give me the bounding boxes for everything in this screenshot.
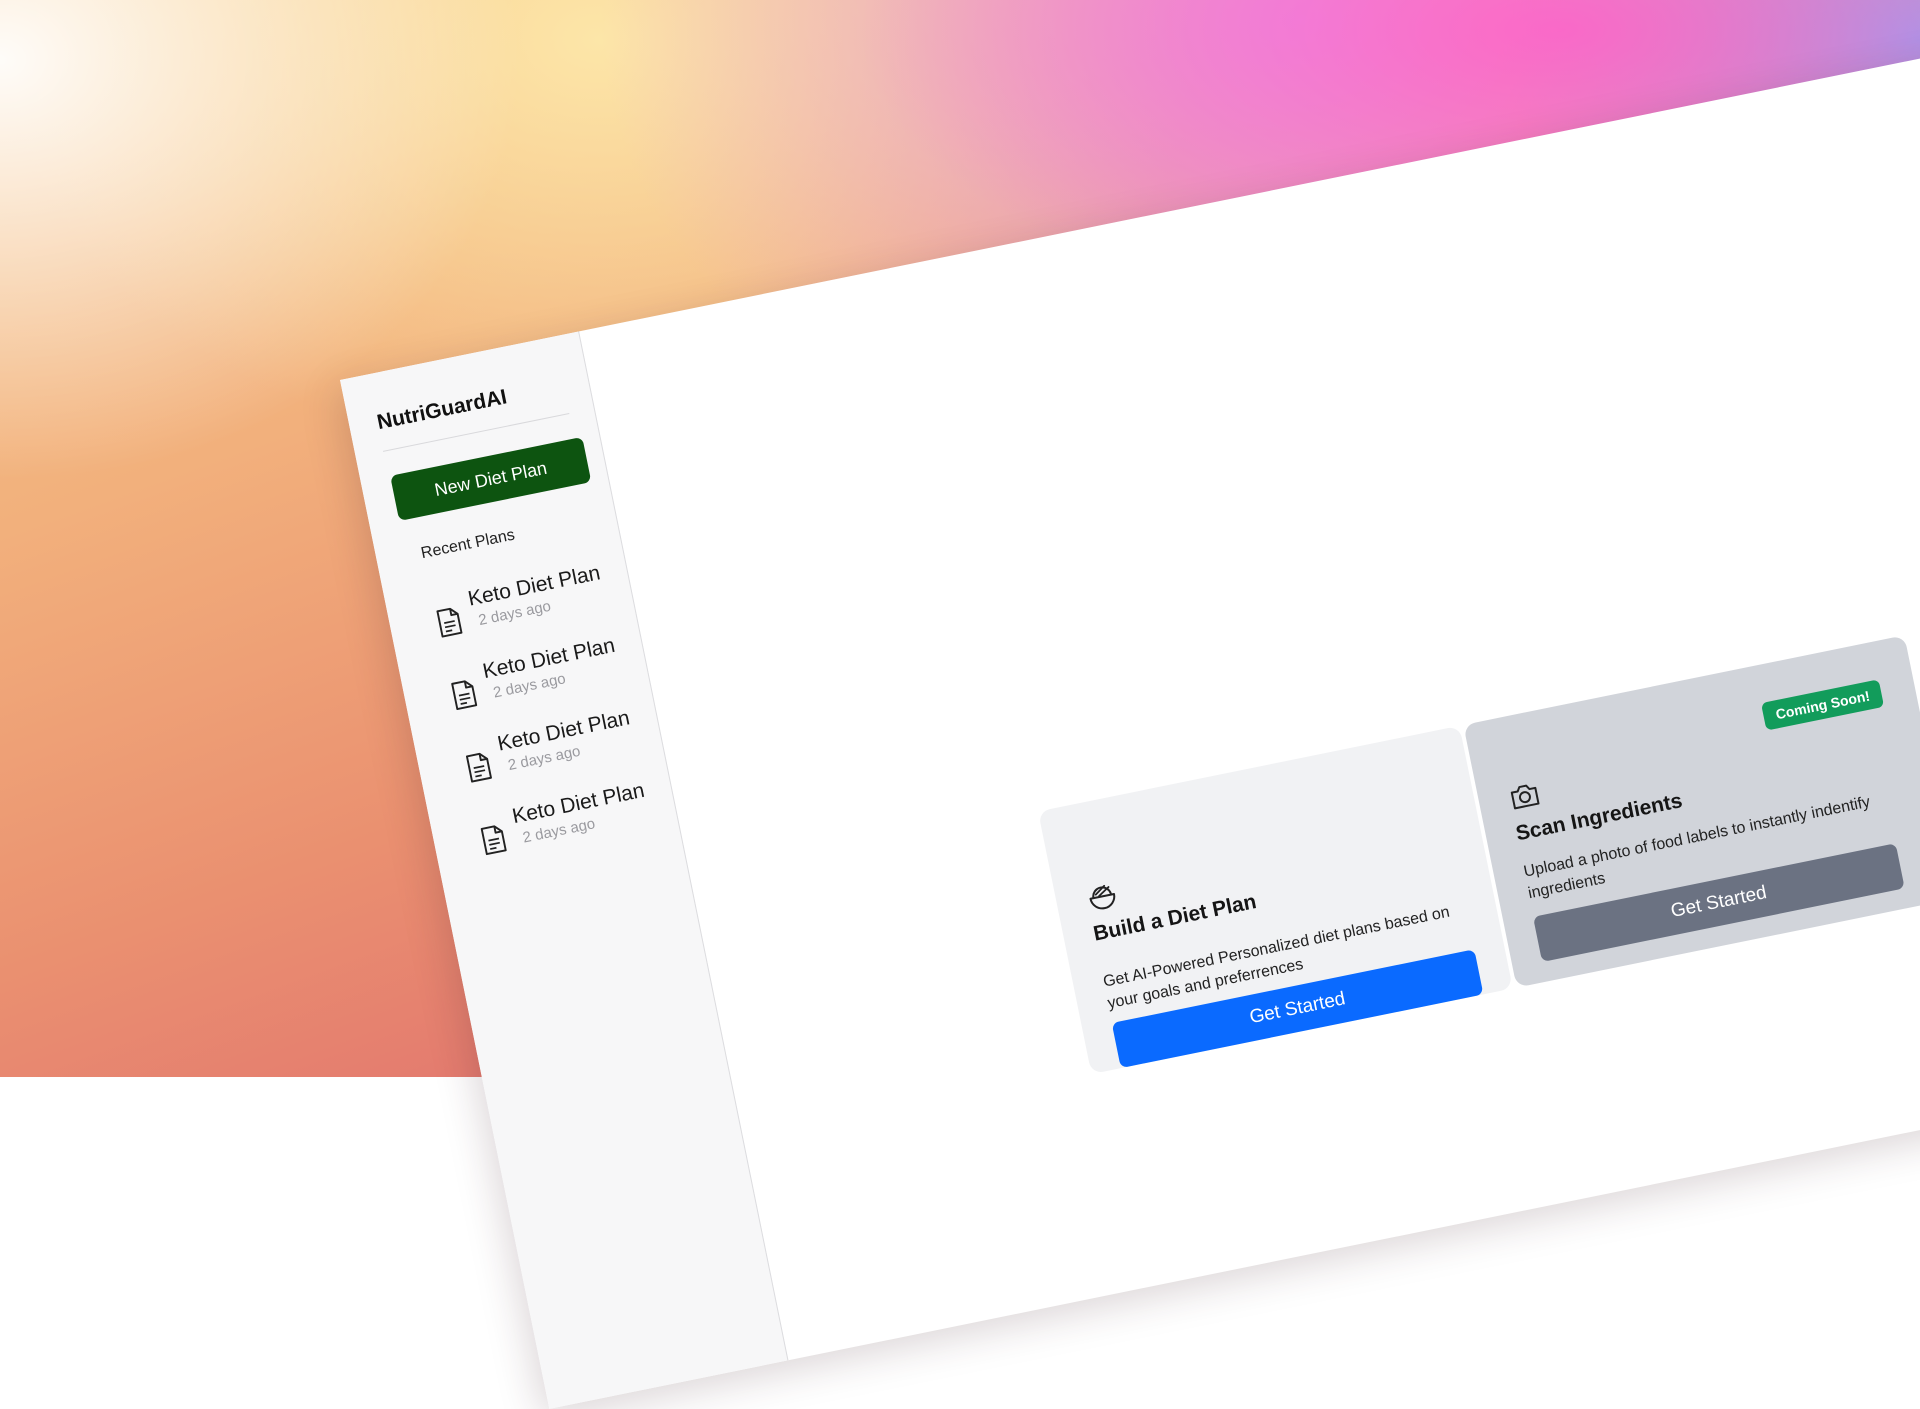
document-icon bbox=[465, 752, 492, 783]
document-icon bbox=[436, 607, 463, 638]
scan-ingredients-card: Coming Soon! Scan Ingredients Upload a p… bbox=[1463, 635, 1920, 988]
document-icon bbox=[480, 825, 507, 856]
camera-icon bbox=[1510, 784, 1540, 810]
new-diet-plan-button[interactable]: New Diet Plan bbox=[390, 436, 592, 522]
build-diet-plan-card: Build a Diet Plan Get AI-Powered Persona… bbox=[1038, 725, 1513, 1075]
recent-plans-heading: Recent Plans bbox=[419, 526, 517, 563]
coming-soon-badge: Coming Soon! bbox=[1761, 679, 1885, 731]
brand-title: NutriGuardAI bbox=[375, 385, 509, 435]
recent-plans-list: Keto Diet Plan 2 days ago Keto Diet Plan… bbox=[431, 556, 676, 884]
document-icon bbox=[451, 680, 478, 711]
bowl-icon bbox=[1089, 884, 1116, 910]
